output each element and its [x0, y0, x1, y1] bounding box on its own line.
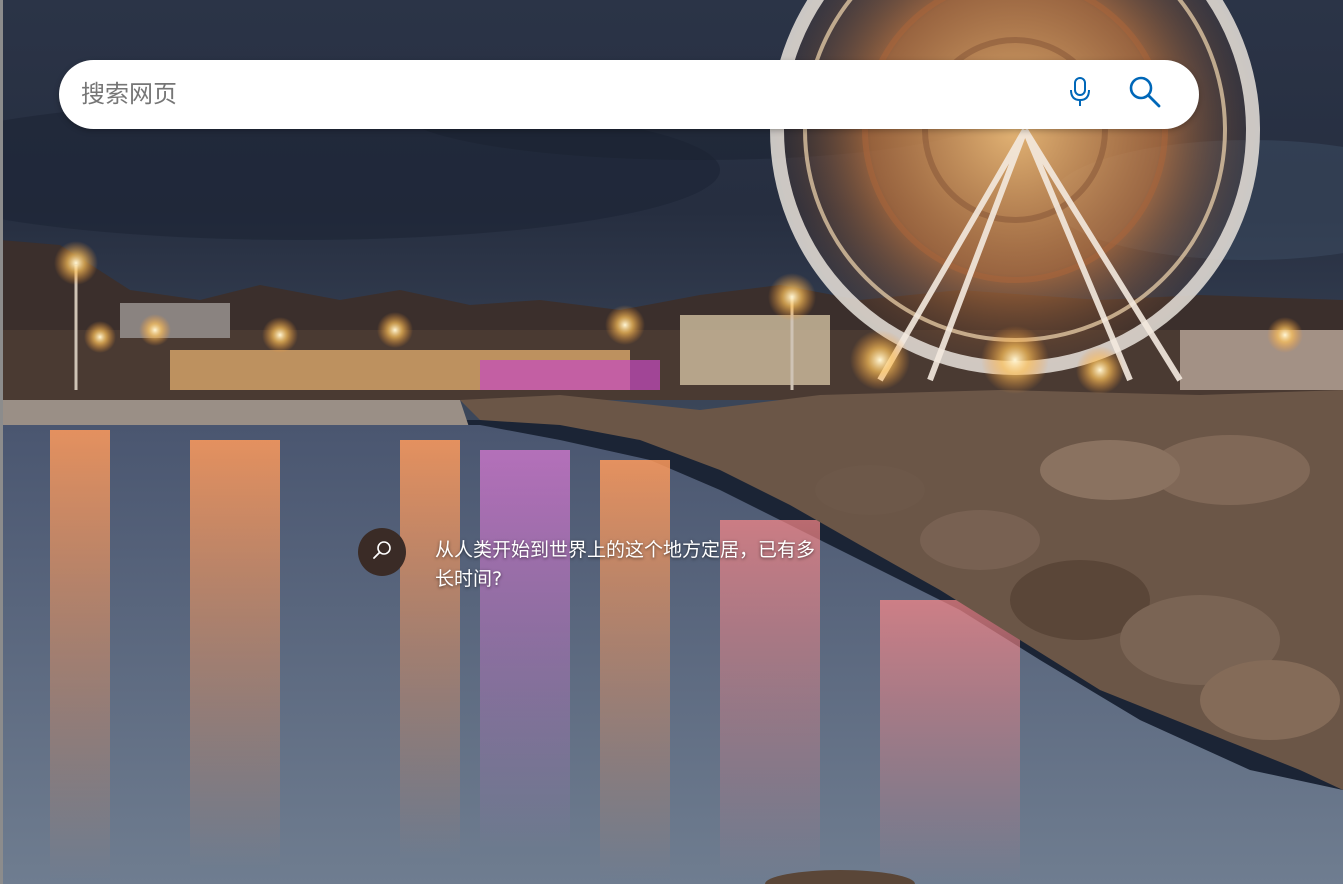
- search-box: [59, 60, 1199, 129]
- quiz-search-button[interactable]: [358, 528, 406, 576]
- search-icon: [1128, 75, 1162, 113]
- quiz-question-link[interactable]: 从人类开始到世界上的这个地方定居，已有多长时间?: [435, 536, 827, 594]
- microphone-icon: [1068, 76, 1092, 112]
- quiz-search-icon: [371, 539, 393, 565]
- search-input[interactable]: [81, 74, 1021, 114]
- voice-search-button[interactable]: [1062, 76, 1098, 112]
- image-quiz: 从人类开始到世界上的这个地方定居，已有多长时间?: [358, 528, 828, 598]
- homepage: 从人类开始到世界上的这个地方定居，已有多长时间?: [0, 0, 1343, 884]
- search-button[interactable]: [1125, 74, 1165, 114]
- window-left-edge: [0, 0, 3, 884]
- background-image: [0, 0, 1343, 884]
